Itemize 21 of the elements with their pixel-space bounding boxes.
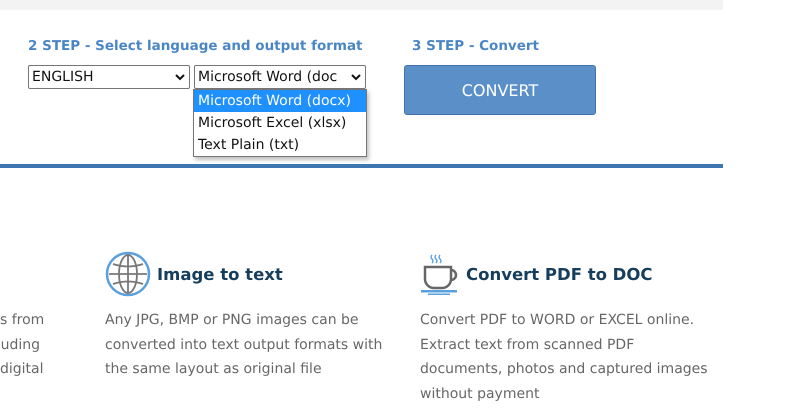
description-line: digital [0,360,40,379]
description-line: the same layout as original file [105,360,323,379]
description-line: without payment [420,384,540,404]
step-label: 3 STEP - Convert [412,38,540,54]
description-line: documents, photos and captured images [420,360,709,379]
language-select[interactable]: ENGLISH [28,65,190,89]
dropdown-option[interactable]: Text Plain (txt) [194,134,366,156]
description-line: uding [0,336,40,354]
caret-icon [351,74,361,80]
caret-icon [175,74,185,80]
cup-icon [420,253,460,295]
description-line: Convert PDF to WORD or EXCEL online. [420,311,696,330]
step-label: 2 STEP - Select language and output format [28,38,364,54]
description-line: Extract text from scanned PDF [420,336,636,354]
description-line: Any JPG, BMP or PNG images can be [105,311,360,330]
description-line: converted into text output formats with [105,336,384,354]
format-select[interactable]: Microsoft Word (doc [194,65,366,89]
dropdown-option[interactable]: Microsoft Excel (xlsx) [194,112,366,134]
feature-title: Image to text [157,264,283,284]
feature-title: Convert PDF to DOC [466,264,653,284]
globe-icon [105,251,151,297]
